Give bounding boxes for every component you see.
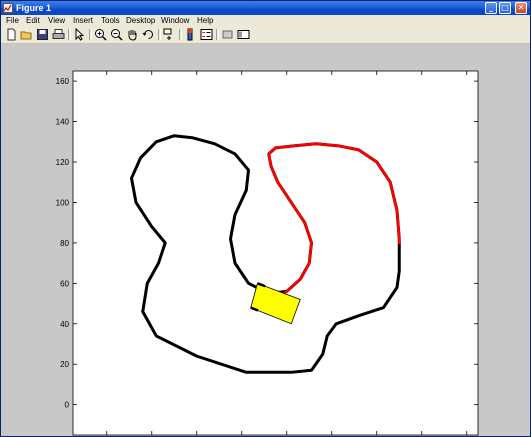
toolbar-separator [216, 29, 219, 40]
save-icon[interactable] [36, 28, 49, 41]
edit-plot-arrow-icon[interactable] [73, 28, 86, 41]
y-tick-label: 140 [56, 118, 70, 127]
figure-window: Figure 1 _ □ ✕ File Edit View Insert Too… [0, 0, 531, 437]
toolbar [1, 27, 530, 44]
hide-plot-tools-icon[interactable] [221, 28, 234, 41]
insert-legend-icon[interactable] [200, 28, 213, 41]
title-bar[interactable]: Figure 1 _ □ ✕ [1, 1, 530, 15]
open-file-icon[interactable] [20, 28, 33, 41]
print-icon[interactable] [52, 28, 65, 41]
y-tick-label: 40 [60, 320, 69, 329]
y-tick-label: 160 [56, 77, 70, 86]
y-tick-label: 80 [60, 239, 69, 248]
menu-insert[interactable]: Insert [73, 16, 93, 26]
menu-edit[interactable]: Edit [26, 16, 40, 26]
y-tick-label: 0 [65, 401, 70, 410]
matlab-figure-icon [3, 3, 13, 13]
rotate-3d-icon[interactable] [142, 28, 155, 41]
toolbar-separator [179, 29, 182, 40]
menu-view[interactable]: View [48, 16, 65, 26]
plot-area: 0204060801001201401600204060801001201401… [56, 70, 479, 436]
y-tick-label: 120 [56, 158, 70, 167]
y-tick-label: 100 [56, 198, 70, 207]
toolbar-separator [68, 29, 71, 40]
show-plot-tools-icon[interactable] [237, 28, 250, 41]
toolbar-separator [158, 29, 161, 40]
menu-help[interactable]: Help [197, 16, 213, 26]
menu-tools[interactable]: Tools [101, 16, 120, 26]
menu-desktop[interactable]: Desktop [126, 16, 155, 26]
y-tick-label: 20 [60, 360, 69, 369]
menu-file[interactable]: File [6, 16, 19, 26]
toolbar-separator [89, 29, 92, 40]
zoom-in-icon[interactable] [94, 28, 107, 41]
maximize-button[interactable]: □ [499, 2, 511, 14]
menu-window[interactable]: Window [161, 16, 189, 26]
new-figure-icon[interactable] [5, 28, 18, 41]
zoom-out-icon[interactable] [110, 28, 123, 41]
pan-hand-icon[interactable] [126, 28, 139, 41]
data-cursor-icon[interactable] [163, 28, 176, 41]
window-title: Figure 1 [16, 3, 52, 13]
menu-bar: File Edit View Insert Tools Desktop Wind… [1, 15, 530, 27]
close-button[interactable]: ✕ [515, 2, 527, 14]
axes-background [73, 71, 478, 435]
minimize-button[interactable]: _ [485, 2, 497, 14]
figure-canvas: 0204060801001201401600204060801001201401… [1, 44, 530, 436]
insert-colorbar-icon[interactable] [184, 28, 197, 41]
y-tick-label: 60 [60, 279, 69, 288]
